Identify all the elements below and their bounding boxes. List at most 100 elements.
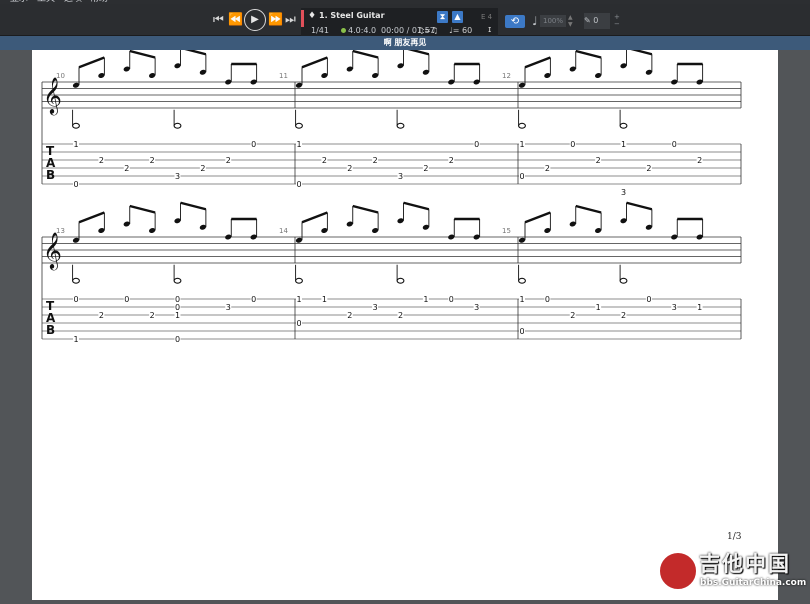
go-to-start-button[interactable]: ⏮ — [213, 12, 224, 26]
tab-fret-number: 2 — [373, 156, 378, 165]
treble-clef-icon: 𝄞 — [43, 76, 62, 115]
play-button[interactable]: ▶ — [244, 9, 266, 31]
note-beam — [524, 211, 551, 224]
tab-fret-number: 2 — [697, 156, 702, 165]
document-title-bar: 啊 朋友再见 — [0, 36, 810, 50]
note-beam — [626, 46, 653, 56]
note-beam — [403, 46, 430, 56]
note-beam — [78, 56, 105, 69]
tab-fret-number: 2 — [150, 156, 155, 165]
status-dot-icon — [341, 28, 346, 33]
bass-notehead — [619, 277, 628, 284]
tab-fret-number: 0 — [449, 295, 454, 304]
pitch-control[interactable]: ✎ 0 — [584, 13, 610, 29]
tab-fret-number: 2 — [99, 311, 104, 320]
note-beam — [301, 56, 328, 69]
tab-fret-number: 1 — [296, 295, 301, 304]
watermark-url: bbs.GuitarChina.com — [700, 578, 807, 588]
tab-fret-number: 1 — [697, 303, 702, 312]
tab-fret-number: 1 — [73, 140, 78, 149]
guitar-icon: ♦ — [308, 11, 317, 21]
tempo[interactable]: ♩= 60 — [449, 26, 472, 35]
tab-clef-letter: B — [46, 323, 55, 337]
tab-fret-number: 0 — [73, 295, 78, 304]
bass-notehead — [619, 122, 628, 129]
tuning-fork-icon[interactable]: ɪ — [488, 25, 491, 35]
note-beam — [180, 46, 207, 56]
time-signature-value: 4.0:4.0 — [348, 26, 377, 35]
tab-fret-number: 2 — [124, 164, 129, 173]
tab-fret-number: 0 — [672, 140, 677, 149]
key-signature: E 4 — [481, 13, 493, 21]
speed-input[interactable]: 100% — [540, 15, 566, 27]
note-beam — [626, 201, 653, 211]
tab-fret-number: 2 — [570, 311, 575, 320]
tab-fret-number: 3 — [672, 303, 677, 312]
score-system-1: 𝄞TAB1010222322011102223220121020213202 — [41, 46, 742, 197]
note-beam — [575, 204, 602, 214]
go-to-end-button[interactable]: ⏭ — [285, 12, 296, 26]
tab-fret-number: 1 — [296, 140, 301, 149]
tab-fret-number: 3 — [398, 172, 403, 181]
tab-fret-number: 0 — [251, 295, 256, 304]
hourglass-icon[interactable]: ⧗ — [437, 11, 448, 23]
note-beam — [129, 49, 156, 59]
note-beam — [403, 201, 430, 211]
measure-number: 15 — [502, 227, 511, 235]
tab-fret-number: 1 — [175, 311, 180, 320]
bass-notehead — [173, 277, 182, 284]
watermark: 吉他中国 bbs.GuitarChina.com — [656, 547, 806, 599]
tab-fret-number: 0 — [296, 180, 301, 189]
tab-fret-number: 0 — [646, 295, 651, 304]
score-canvas: 𝄞TAB1010222322011102223220121020213202𝄞T… — [41, 46, 742, 344]
measure-number: 10 — [56, 72, 65, 80]
pitch-value: 0 — [593, 16, 599, 25]
tab-fret-number: 0 — [124, 295, 129, 304]
rewind-button[interactable]: ⏪ — [228, 12, 243, 26]
measure-number: 13 — [56, 227, 65, 235]
loop-button[interactable]: ⟲ — [505, 15, 525, 28]
tab-fret-number: 1 — [519, 140, 524, 149]
note-beam — [180, 201, 207, 211]
pencil-icon: ✎ — [584, 16, 591, 25]
toolbar: ⏮ ⏪ ▶ ⏩ ⏭ ♦ 1. Steel Guitar 1/41 4.0:4.0… — [0, 4, 810, 38]
note-beam — [524, 56, 551, 69]
tab-fret-number: 0 — [545, 295, 550, 304]
tab-fret-number: 1 — [596, 303, 601, 312]
score-page[interactable]: 𝄞 T A B 10 1 0 2 2 2 3 2 2 0 11 1 0 2 2 2 3 2 2 0 12 1 0 2 0 2 1 3 2 0 2 𝄞 T… — [32, 46, 778, 600]
tab-fret-number: 2 — [646, 164, 651, 173]
track-name[interactable]: 1. Steel Guitar — [319, 11, 385, 20]
bass-notehead — [72, 122, 80, 129]
note-beam — [352, 204, 379, 214]
tab-fret-number: 0 — [251, 140, 256, 149]
measure-number: 14 — [279, 227, 288, 235]
track-info-panel: ♦ 1. Steel Guitar 1/41 4.0:4.0 00:00 / 0… — [301, 8, 498, 38]
measure-number: 11 — [279, 72, 288, 80]
speed-stepper[interactable]: ▲ ▼ — [568, 14, 573, 28]
tab-fret-number: 0 — [175, 335, 180, 344]
note-beam — [301, 211, 328, 224]
tab-fret-number: 2 — [398, 311, 403, 320]
tab-fret-number: 2 — [545, 164, 550, 173]
triplet-feel[interactable]: ♫=♫ — [417, 26, 438, 35]
note-beam — [575, 49, 602, 59]
tab-fret-number: 1 — [519, 295, 524, 304]
metronome-icon[interactable]: ▲ — [452, 11, 463, 23]
tab-fret-number: 1 — [423, 295, 428, 304]
guitarchina-logo-icon — [658, 551, 698, 591]
tab-fret-number: 3 — [175, 172, 180, 181]
fast-forward-button[interactable]: ⏩ — [268, 12, 283, 26]
tab-clef-letter: B — [46, 168, 55, 182]
document-title: 啊 朋友再见 — [383, 38, 427, 47]
tab-fret-number: 3 — [373, 303, 378, 312]
pitch-stepper[interactable]: + − — [614, 14, 620, 28]
tab-fret-number: 2 — [322, 156, 327, 165]
note-beam — [78, 211, 105, 224]
bass-notehead — [295, 277, 303, 284]
tab-fret-number: 2 — [621, 311, 626, 320]
note-beam — [352, 49, 379, 59]
tab-fret-number: 1 — [73, 335, 78, 344]
tab-fret-number: 1 — [322, 295, 327, 304]
tab-fret-number: 2 — [150, 311, 155, 320]
tab-fret-number: 0 — [474, 140, 479, 149]
